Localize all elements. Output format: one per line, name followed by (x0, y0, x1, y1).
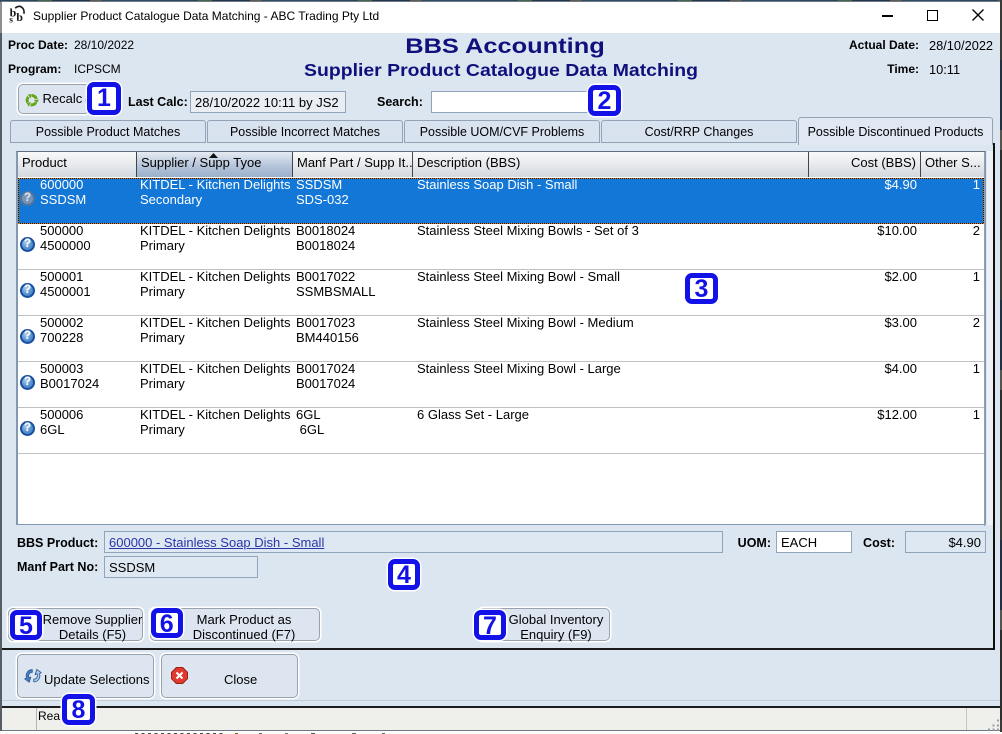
svg-text:s: s (9, 16, 13, 23)
svg-text:b: b (16, 10, 23, 23)
